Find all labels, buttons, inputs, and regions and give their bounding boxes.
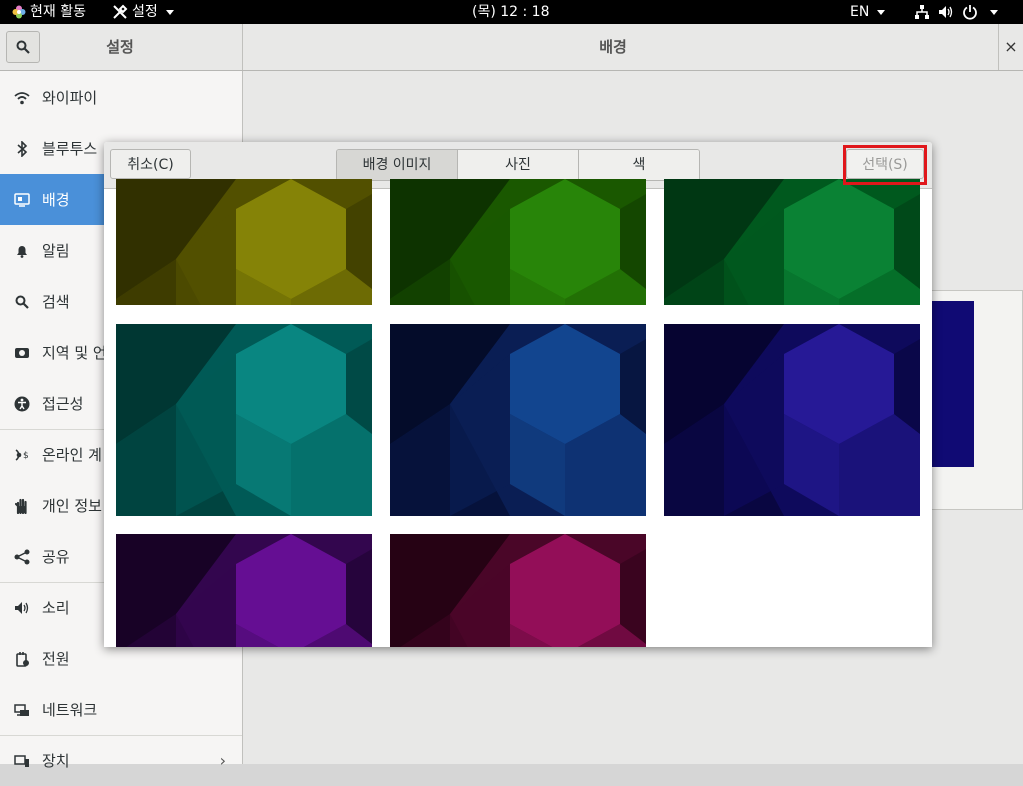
background-icon xyxy=(11,192,33,207)
sidebar-item-label: 검색 xyxy=(42,293,70,311)
sidebar-item-0[interactable]: 와이파이 xyxy=(0,72,242,123)
flower-icon xyxy=(12,5,26,19)
sidebar-item-13[interactable]: 장치 › xyxy=(0,735,242,786)
power-icon xyxy=(11,651,33,667)
close-icon: × xyxy=(1004,37,1018,56)
wallpaper-thumbnail[interactable] xyxy=(390,534,646,647)
tab-pictures[interactable]: 사진 xyxy=(458,150,579,180)
wallpaper-image xyxy=(116,179,372,305)
svg-text:$: $ xyxy=(23,451,29,461)
sidebar-item-12[interactable]: 네트워크 xyxy=(0,684,242,735)
chevron-down-icon xyxy=(990,9,998,15)
search-icon xyxy=(11,295,33,309)
wallpaper-image xyxy=(664,324,920,516)
wallpaper-image xyxy=(664,179,920,305)
panel-title: 배경 xyxy=(599,38,627,56)
sidebar-item-label: 공유 xyxy=(42,548,70,566)
wallpaper-thumbnail[interactable] xyxy=(664,179,920,305)
sidebar-item-label: 개인 정보 xyxy=(42,497,102,515)
sidebar-item-label: 접근성 xyxy=(42,395,84,413)
wallpaper-thumbnail[interactable] xyxy=(664,324,920,516)
language-menu[interactable]: EN xyxy=(850,0,886,24)
activities-button[interactable]: 현재 활동 xyxy=(12,0,86,24)
accessibility-icon xyxy=(11,396,33,412)
sidebar-item-label: 장치 xyxy=(42,752,70,770)
sidebar-item-label: 온라인 계 xyxy=(42,446,102,464)
tab-wallpapers[interactable]: 배경 이미지 xyxy=(337,150,458,180)
share-icon xyxy=(11,549,33,565)
language-label: EN xyxy=(850,3,870,20)
settings-title: 설정 xyxy=(106,38,134,56)
power-icon xyxy=(963,5,977,20)
network-status-icon xyxy=(915,5,929,19)
tools-icon xyxy=(113,4,128,19)
app-menu-label: 설정 xyxy=(132,3,158,20)
wallpaper-image xyxy=(390,534,646,647)
sidebar-item-label: 블루투스 xyxy=(42,140,98,158)
sidebar-item-label: 소리 xyxy=(42,599,70,617)
chevron-down-icon xyxy=(165,9,174,15)
wallpaper-image xyxy=(116,324,372,516)
sidebar-item-label: 전원 xyxy=(42,650,70,668)
search-button[interactable] xyxy=(6,31,40,63)
top-bar: 현재 활동 설정 (목) 12 : 18 EN xyxy=(0,0,1023,24)
clock[interactable]: (목) 12 : 18 xyxy=(472,0,550,24)
search-icon xyxy=(16,40,30,54)
chevron-down-icon xyxy=(877,9,886,15)
sidebar-item-label: 네트워크 xyxy=(42,701,98,719)
cancel-button[interactable]: 취소(C) xyxy=(110,149,191,179)
sidebar-item-label: 알림 xyxy=(42,242,70,260)
clock-label: (목) 12 : 18 xyxy=(472,3,550,20)
sidebar-header: 설정 xyxy=(0,24,243,70)
app-menu[interactable]: 설정 xyxy=(112,0,174,24)
wallpaper-grid xyxy=(104,179,932,647)
sidebar-item-label: 와이파이 xyxy=(42,89,98,107)
select-button[interactable]: 선택(S) xyxy=(846,149,924,179)
source-tabs: 배경 이미지 사진 색 xyxy=(336,149,700,181)
wallpaper-thumbnail[interactable] xyxy=(116,179,372,305)
wallpaper-image xyxy=(116,534,372,647)
hand-icon xyxy=(11,498,33,514)
close-button[interactable]: × xyxy=(998,24,1023,70)
sidebar-item-label: 지역 및 언 xyxy=(42,344,107,362)
wallpaper-thumbnail[interactable] xyxy=(390,179,646,305)
wallpaper-image xyxy=(390,179,646,305)
settings-header: 설정 배경 × xyxy=(0,24,1023,71)
tab-colors[interactable]: 색 xyxy=(579,150,699,180)
preview-image xyxy=(930,301,974,467)
wifi-icon xyxy=(11,91,33,105)
system-menu[interactable] xyxy=(914,0,998,24)
region-icon xyxy=(11,346,33,360)
wallpaper-chooser-dialog: 취소(C) 배경 이미지 사진 색 선택(S) xyxy=(104,142,932,647)
sidebar-item-label: 배경 xyxy=(42,191,70,209)
lock-screen-preview[interactable] xyxy=(929,290,1023,510)
sound-icon xyxy=(11,601,33,615)
volume-icon xyxy=(939,6,953,18)
bell-icon xyxy=(11,244,33,258)
online-accounts-icon: $ xyxy=(11,448,33,462)
wallpaper-thumbnail[interactable] xyxy=(116,534,372,647)
network-icon xyxy=(11,702,33,718)
bluetooth-icon xyxy=(11,140,33,157)
devices-icon xyxy=(11,754,33,768)
activities-label: 현재 활동 xyxy=(30,3,86,20)
wallpaper-thumbnail[interactable] xyxy=(390,324,646,516)
chevron-right-icon: › xyxy=(219,751,226,770)
wallpaper-image xyxy=(390,324,646,516)
wallpaper-thumbnail[interactable] xyxy=(116,324,372,516)
